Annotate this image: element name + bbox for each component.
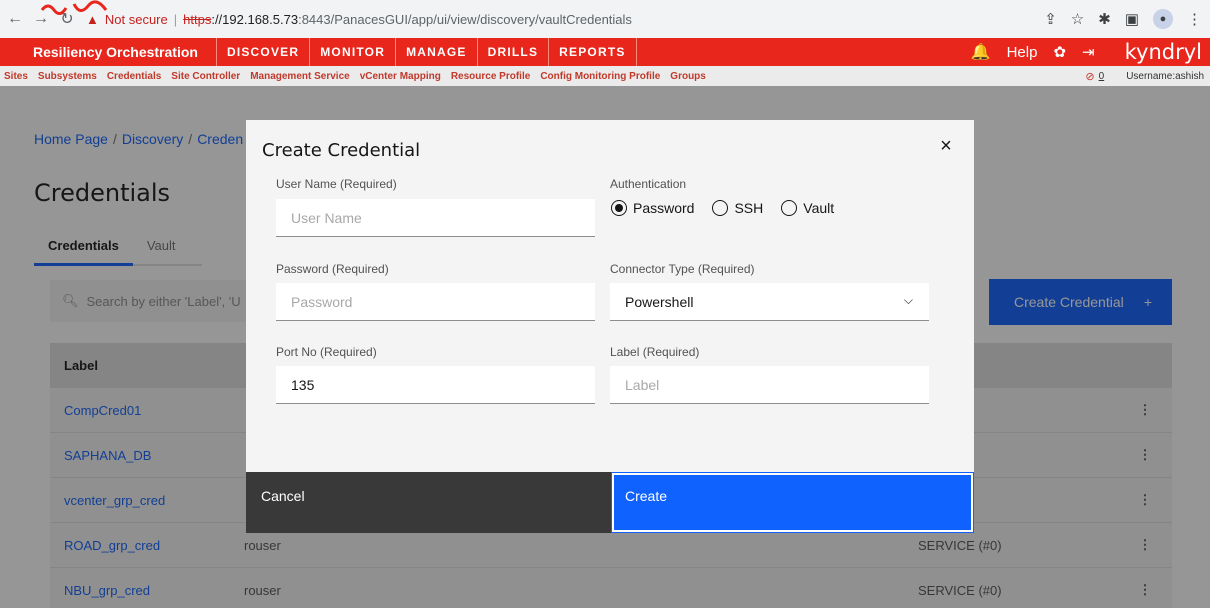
browser-toolbar: ← → ↻ ▲ Not secure | https ://192.168.5.… — [0, 0, 1210, 38]
header-actions: 🔔 Help ✿ ⇥ kyndryl — [971, 38, 1210, 66]
url-host: ://192.168.5.73 — [211, 11, 299, 27]
back-arrow-icon[interactable]: ← — [4, 8, 26, 30]
sub-nav: Sites Subsystems Credentials Site Contro… — [0, 66, 1210, 86]
annotation-scribble — [40, 0, 108, 15]
cancel-button[interactable]: Cancel — [246, 472, 611, 533]
profile-avatar-icon[interactable]: ● — [1153, 9, 1173, 29]
nav-reports[interactable]: REPORTS — [549, 38, 637, 66]
browser-actions: ⇪ ☆ ✱ ▣ ● ⋮ — [1044, 0, 1202, 38]
logout-icon[interactable]: ⇥ — [1082, 43, 1095, 61]
port-input[interactable]: 135 — [276, 366, 595, 404]
subnav-vcenter-mapping[interactable]: vCenter Mapping — [355, 71, 446, 82]
nav-drills[interactable]: DRILLS — [478, 38, 550, 66]
auth-option-label: SSH — [734, 200, 764, 216]
radio-checked-icon — [611, 200, 627, 216]
subnav-credentials[interactable]: Credentials — [102, 71, 166, 82]
not-secure-label: Not secure — [104, 11, 168, 27]
main-nav: DISCOVER MONITOR MANAGE DRILLS REPORTS — [217, 38, 637, 66]
sidepanel-icon[interactable]: ▣ — [1125, 10, 1139, 28]
nav-monitor[interactable]: MONITOR — [310, 38, 397, 66]
password-input[interactable]: Password — [276, 283, 595, 321]
authentication-label: Authentication — [610, 177, 687, 191]
subnav-groups[interactable]: Groups — [665, 71, 711, 82]
username-label: User Name (Required) — [276, 177, 397, 191]
authentication-radio-group: Password SSH Vault — [611, 200, 846, 216]
url-scheme: https — [183, 11, 212, 27]
settings-gear-icon[interactable]: ✿ — [1053, 43, 1066, 61]
share-icon[interactable]: ⇪ — [1044, 10, 1057, 28]
radio-unchecked-icon — [781, 200, 798, 216]
label-field-label: Label (Required) — [610, 345, 700, 359]
connector-type-value: Powershell — [625, 293, 694, 310]
create-credential-modal: Create Credential × User Name (Required)… — [246, 120, 974, 533]
chevron-down-icon: ⌵ — [903, 293, 913, 307]
url-path: :8443/PanacesGUI/app/ui/view/discovery/v… — [298, 11, 632, 27]
subnav-subsystems[interactable]: Subsystems — [33, 71, 102, 82]
subnav-site-controller[interactable]: Site Controller — [166, 71, 245, 82]
create-button[interactable]: Create — [611, 472, 974, 533]
nav-discover[interactable]: DISCOVER — [217, 38, 311, 66]
notification-bell-icon[interactable]: 🔔 — [971, 42, 991, 62]
alert-count: 0 — [1098, 70, 1105, 82]
address-separator: | — [173, 11, 178, 27]
subnav-management-service[interactable]: Management Service — [245, 71, 355, 82]
subnav-config-monitoring-profile[interactable]: Config Monitoring Profile — [535, 71, 665, 82]
modal-footer: Cancel Create — [246, 472, 974, 533]
address-bar[interactable]: ▲ Not secure | https ://192.168.5.73 :84… — [86, 0, 632, 38]
auth-radio-ssh[interactable]: SSH — [712, 200, 763, 216]
app-title[interactable]: Resiliency Orchestration — [0, 38, 217, 66]
port-label: Port No (Required) — [276, 345, 377, 359]
close-icon[interactable]: × — [934, 134, 958, 158]
auth-radio-vault[interactable]: Vault — [781, 200, 834, 216]
alert-icon: ⊘ — [1085, 70, 1095, 83]
star-icon[interactable]: ☆ — [1071, 10, 1084, 28]
extensions-icon[interactable]: ✱ — [1098, 10, 1111, 28]
modal-title: Create Credential — [262, 140, 421, 161]
brand-logo: kyndryl — [1124, 40, 1202, 64]
auth-option-label: Vault — [803, 200, 835, 216]
nav-manage[interactable]: MANAGE — [396, 38, 478, 66]
subnav-right: ⊘ 0 Username:ashish — [1085, 66, 1204, 86]
auth-radio-password[interactable]: Password — [611, 200, 694, 216]
label-input[interactable]: Label — [610, 366, 929, 404]
radio-unchecked-icon — [712, 200, 729, 216]
password-label: Password (Required) — [276, 262, 389, 276]
connector-type-label: Connector Type (Required) — [610, 262, 755, 276]
subnav-sites[interactable]: Sites — [0, 71, 33, 82]
alert-counter[interactable]: ⊘ 0 — [1085, 70, 1104, 83]
auth-option-label: Password — [633, 200, 695, 216]
menu-kebab-icon[interactable]: ⋮ — [1187, 10, 1202, 28]
app-header: Resiliency Orchestration DISCOVER MONITO… — [0, 38, 1210, 66]
username-input[interactable]: User Name — [276, 199, 595, 237]
subnav-resource-profile[interactable]: Resource Profile — [446, 71, 535, 82]
username-label: Username:ashish — [1126, 70, 1204, 82]
help-link[interactable]: Help — [1007, 44, 1038, 61]
connector-type-select[interactable]: Powershell ⌵ — [610, 283, 929, 321]
